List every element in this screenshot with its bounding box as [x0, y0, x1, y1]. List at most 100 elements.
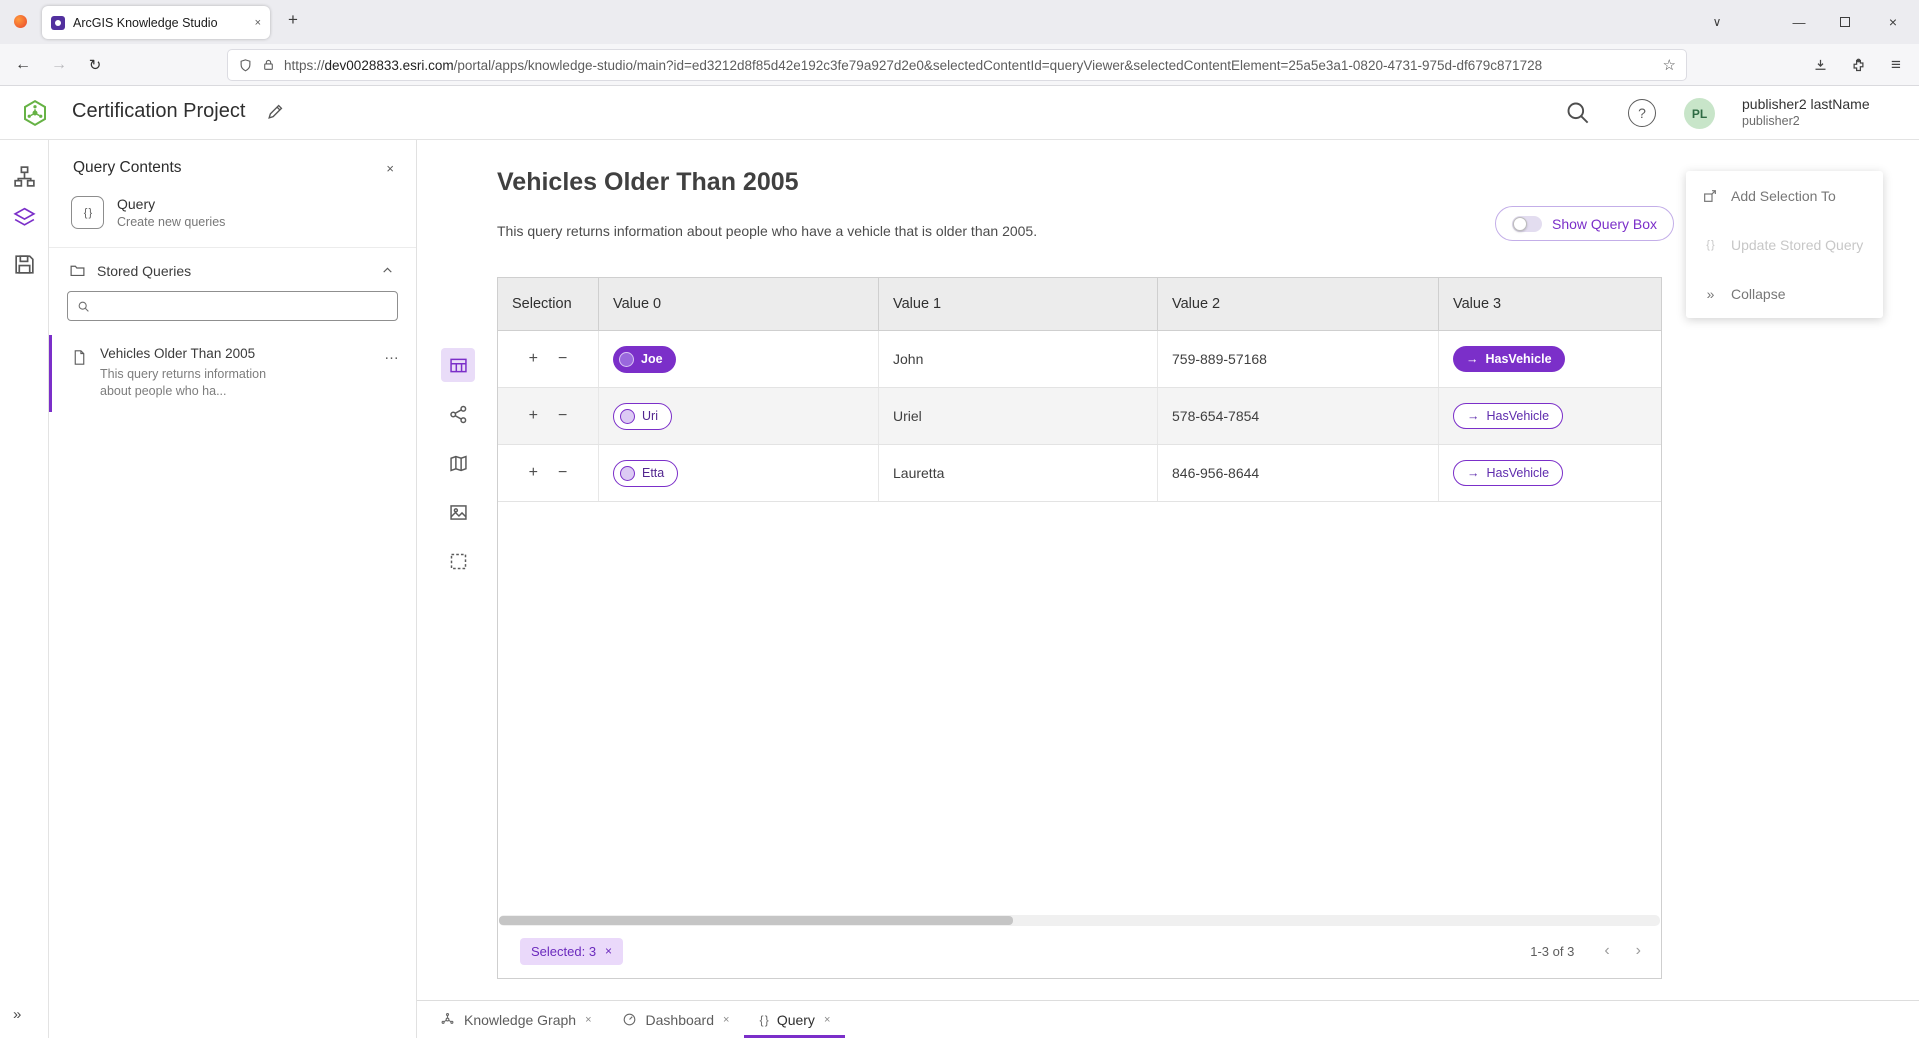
- tab-query[interactable]: { } Query ×: [744, 1001, 845, 1038]
- stored-query-item[interactable]: Vehicles Older Than 2005 This query retu…: [49, 335, 416, 412]
- table-row: + − Joe John 759-889-57168 → HasVehicle: [498, 331, 1661, 388]
- cell-value: Lauretta: [879, 445, 1158, 501]
- add-to-selection-button[interactable]: +: [529, 465, 538, 481]
- relationship-pill[interactable]: → HasVehicle: [1453, 346, 1565, 372]
- panel-close-icon[interactable]: ×: [386, 161, 394, 176]
- window-maximize-button[interactable]: [1828, 0, 1862, 44]
- browser-navbar: ← → ↻ https://dev0028833.esri.com/portal…: [0, 44, 1919, 86]
- next-page-icon[interactable]: ›: [1636, 943, 1641, 959]
- tab-knowledge-graph[interactable]: Knowledge Graph ×: [425, 1001, 607, 1038]
- extensions-icon[interactable]: [1842, 44, 1874, 86]
- browser-tab[interactable]: ArcGIS Knowledge Studio ×: [42, 6, 270, 39]
- window-close-button[interactable]: ×: [1876, 0, 1910, 44]
- query-title: Vehicles Older Than 2005: [497, 168, 799, 197]
- column-header: Selection: [498, 278, 599, 330]
- show-query-box-toggle[interactable]: Show Query Box: [1495, 206, 1674, 241]
- forward-button[interactable]: →: [44, 44, 74, 86]
- list-tabs-icon[interactable]: ∨: [1700, 0, 1734, 44]
- help-icon[interactable]: ?: [1628, 99, 1656, 127]
- table-footer: Selected: 3 × 1-3 of 3 ‹ ›: [498, 924, 1661, 978]
- column-header: Value 3: [1439, 278, 1661, 330]
- downloads-icon[interactable]: [1804, 44, 1836, 86]
- relationship-arrow-icon: →: [1467, 466, 1480, 480]
- save-icon[interactable]: [12, 252, 37, 277]
- tab-favicon-icon: [51, 16, 65, 30]
- cell-value: 759-889-57168: [1158, 331, 1439, 387]
- selection-box-icon[interactable]: [441, 544, 475, 578]
- item-options-icon[interactable]: …: [384, 346, 400, 400]
- user-name: publisher2 lastName: [1742, 96, 1870, 114]
- selected-chip[interactable]: Selected: 3 ×: [520, 938, 623, 965]
- cell-value: 578-654-7854: [1158, 388, 1439, 444]
- tab-close-icon[interactable]: ×: [824, 1014, 830, 1026]
- collapse-icon: »: [1701, 286, 1719, 302]
- document-icon: [71, 348, 88, 367]
- back-button[interactable]: ←: [8, 44, 38, 86]
- url-bar[interactable]: https://dev0028833.esri.com/portal/apps/…: [228, 50, 1686, 80]
- remove-from-selection-button[interactable]: −: [558, 351, 567, 367]
- tab-close-icon[interactable]: ×: [723, 1014, 729, 1026]
- cell-value: 846-956-8644: [1158, 445, 1439, 501]
- entity-pill[interactable]: Etta: [613, 460, 678, 487]
- data-model-icon[interactable]: [12, 164, 37, 189]
- user-avatar[interactable]: PL: [1684, 98, 1715, 129]
- results-table: Selection Value 0 Value 1 Value 2 Value …: [497, 277, 1662, 979]
- window-minimize-button[interactable]: —: [1782, 0, 1816, 44]
- table-view-icon[interactable]: [441, 348, 475, 382]
- new-tab-button[interactable]: +: [288, 10, 298, 30]
- query-item-label: Query: [117, 196, 225, 212]
- previous-page-icon[interactable]: ‹: [1604, 943, 1609, 959]
- lock-icon: [262, 58, 275, 72]
- stored-query-title: Vehicles Older Than 2005: [100, 346, 298, 361]
- expand-panel-icon[interactable]: »: [13, 1006, 19, 1023]
- pagination-label: 1-3 of 3: [1530, 944, 1574, 959]
- selected-indicator: [49, 335, 52, 412]
- link-chart-view-icon[interactable]: [441, 397, 475, 431]
- map-view-icon[interactable]: [441, 446, 475, 480]
- browser-tab-title: ArcGIS Knowledge Studio: [73, 16, 247, 30]
- stored-queries-search[interactable]: [67, 291, 398, 321]
- remove-from-selection-button[interactable]: −: [558, 408, 567, 424]
- tab-close-icon[interactable]: ×: [585, 1014, 591, 1026]
- menu-item-add-selection-to[interactable]: Add Selection To: [1686, 171, 1883, 220]
- knowledge-graph-icon: [440, 1012, 455, 1027]
- table-row: + − Etta Lauretta 846-956-8644 → HasVehi…: [498, 445, 1661, 502]
- add-selection-icon: [1701, 188, 1719, 204]
- relationship-pill[interactable]: → HasVehicle: [1453, 460, 1563, 486]
- table-row: + − Uri Uriel 578-654-7854 → HasVehicle: [498, 388, 1661, 445]
- dashboard-icon: [622, 1012, 637, 1027]
- search-small-icon: [77, 300, 90, 313]
- search-icon[interactable]: [1564, 99, 1591, 126]
- menu-icon[interactable]: ≡: [1880, 44, 1912, 86]
- entity-pill[interactable]: Uri: [613, 403, 672, 430]
- add-to-selection-button[interactable]: +: [529, 351, 538, 367]
- bookmark-star-icon[interactable]: ☆: [1663, 56, 1676, 74]
- tab-dashboard[interactable]: Dashboard ×: [607, 1001, 745, 1038]
- entity-pill[interactable]: Joe: [613, 346, 676, 373]
- edit-title-icon[interactable]: [266, 102, 285, 121]
- stored-queries-header[interactable]: Stored Queries: [49, 248, 416, 289]
- chevron-up-icon[interactable]: [381, 264, 394, 277]
- options-dropdown-menu: Add Selection To { } Update Stored Query…: [1686, 171, 1883, 318]
- stored-query-desc: This query returns information about peo…: [100, 366, 298, 400]
- app-sidebar-rail: »: [0, 140, 49, 1038]
- table-header-row: Selection Value 0 Value 1 Value 2 Value …: [498, 278, 1661, 331]
- user-info: publisher2 lastName publisher2: [1742, 96, 1870, 129]
- remove-from-selection-button[interactable]: −: [558, 465, 567, 481]
- arcgis-knowledge-logo: [20, 98, 50, 128]
- menu-item-collapse[interactable]: » Collapse: [1686, 269, 1883, 318]
- toggle-switch[interactable]: [1512, 216, 1542, 232]
- add-to-selection-button[interactable]: +: [529, 408, 538, 424]
- firefox-icon[interactable]: [14, 15, 27, 28]
- layers-icon[interactable]: [12, 205, 37, 230]
- search-input[interactable]: [98, 299, 388, 314]
- picture-view-icon[interactable]: [441, 495, 475, 529]
- reload-button[interactable]: ↻: [80, 44, 110, 86]
- new-query-item[interactable]: { } Query Create new queries: [49, 190, 416, 248]
- query-item-sublabel: Create new queries: [117, 215, 225, 229]
- relationship-pill[interactable]: → HasVehicle: [1453, 403, 1563, 429]
- clear-selection-icon[interactable]: ×: [605, 944, 612, 958]
- show-query-box-label: Show Query Box: [1552, 216, 1657, 232]
- tab-close-icon[interactable]: ×: [255, 17, 261, 29]
- menu-item-update-stored-query[interactable]: { } Update Stored Query: [1686, 220, 1883, 269]
